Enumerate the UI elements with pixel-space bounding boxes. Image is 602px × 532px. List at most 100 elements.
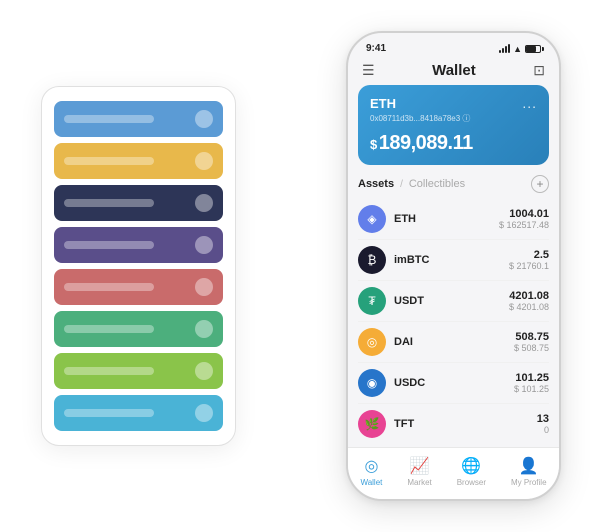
- eth-card-more-icon[interactable]: ...: [522, 95, 537, 111]
- asset-amount-dai: 508.75: [514, 331, 549, 343]
- asset-item[interactable]: ◉ USDC 101.25 $ 101.25: [358, 363, 549, 404]
- asset-usd-tft: 0: [537, 425, 549, 435]
- card-icon: [195, 236, 213, 254]
- stack-card[interactable]: [54, 269, 223, 305]
- asset-amount-usdc: 101.25: [514, 372, 549, 384]
- asset-values-tft: 13 0: [537, 413, 549, 435]
- card-icon: [195, 362, 213, 380]
- asset-item[interactable]: 🌿 TFT 13 0: [358, 404, 549, 444]
- asset-icon-eth: ◈: [358, 205, 386, 233]
- asset-name-tft: TFT: [394, 418, 537, 430]
- add-asset-button[interactable]: +: [531, 175, 549, 193]
- nav-icon-my-profile: 👤: [519, 456, 539, 476]
- asset-item[interactable]: ◈ ETH 1004.01 $ 162517.48: [358, 199, 549, 240]
- card-stack: [41, 86, 236, 446]
- asset-item[interactable]: ₿ imBTC 2.5 $ 21760.1: [358, 240, 549, 281]
- asset-usd-dai: $ 508.75: [514, 343, 549, 353]
- asset-icon-imbtc: ₿: [358, 246, 386, 274]
- status-icons: ▲: [499, 44, 541, 54]
- asset-name-eth: ETH: [394, 213, 499, 225]
- stack-card[interactable]: [54, 227, 223, 263]
- asset-usd-eth: $ 162517.48: [499, 220, 549, 230]
- asset-name-usdt: USDT: [394, 295, 509, 307]
- asset-icon-tft: 🌿: [358, 410, 386, 438]
- eth-card-balance: $189,089.11: [370, 132, 537, 155]
- menu-icon[interactable]: ☰: [362, 62, 375, 79]
- stack-card[interactable]: [54, 143, 223, 179]
- card-icon: [195, 110, 213, 128]
- scan-icon[interactable]: ⊡: [533, 62, 545, 79]
- asset-info-eth: ETH: [394, 213, 499, 225]
- asset-values-imbtc: 2.5 $ 21760.1: [509, 249, 549, 271]
- phone-nav: ◎ Wallet 📈 Market 🌐 Browser 👤 My Profile: [348, 447, 559, 499]
- eth-card-title: ETH: [370, 96, 396, 111]
- nav-item-market[interactable]: 📈 Market: [407, 456, 431, 487]
- card-icon: [195, 320, 213, 338]
- asset-info-imbtc: imBTC: [394, 254, 509, 266]
- asset-item[interactable]: ₮ USDT 4201.08 $ 4201.08: [358, 281, 549, 322]
- page-title: Wallet: [432, 62, 476, 79]
- asset-values-usdc: 101.25 $ 101.25: [514, 372, 549, 394]
- phone-content: ETH ... 0x08711d3b...8418a78e3 ⓘ $189,08…: [348, 85, 559, 447]
- asset-info-dai: DAI: [394, 336, 514, 348]
- phone-header: ☰ Wallet ⊡: [348, 58, 559, 85]
- battery-icon: [525, 45, 541, 53]
- scene: 9:41 ▲ ☰ Wallet ⊡ ETH ...: [21, 16, 581, 516]
- nav-icon-browser: 🌐: [461, 456, 481, 476]
- assets-header: Assets / Collectibles +: [358, 175, 549, 193]
- stack-card[interactable]: [54, 101, 223, 137]
- nav-label-browser: Browser: [457, 478, 486, 487]
- asset-amount-tft: 13: [537, 413, 549, 425]
- wifi-icon: ▲: [513, 44, 522, 54]
- stack-card[interactable]: [54, 311, 223, 347]
- asset-usd-imbtc: $ 21760.1: [509, 261, 549, 271]
- stack-card[interactable]: [54, 395, 223, 431]
- asset-icon-dai: ◎: [358, 328, 386, 356]
- asset-info-usdt: USDT: [394, 295, 509, 307]
- card-icon: [195, 404, 213, 422]
- nav-item-wallet[interactable]: ◎ Wallet: [360, 456, 382, 487]
- eth-card-address: 0x08711d3b...8418a78e3 ⓘ: [370, 113, 537, 124]
- nav-item-my-profile[interactable]: 👤 My Profile: [511, 456, 547, 487]
- card-icon: [195, 278, 213, 296]
- asset-icon-usdt: ₮: [358, 287, 386, 315]
- asset-amount-eth: 1004.01: [499, 208, 549, 220]
- phone-frame: 9:41 ▲ ☰ Wallet ⊡ ETH ...: [346, 31, 561, 501]
- eth-card[interactable]: ETH ... 0x08711d3b...8418a78e3 ⓘ $189,08…: [358, 85, 549, 165]
- asset-list: ◈ ETH 1004.01 $ 162517.48 ₿ imBTC 2.5 $ …: [358, 199, 549, 447]
- asset-values-eth: 1004.01 $ 162517.48: [499, 208, 549, 230]
- card-icon: [195, 194, 213, 212]
- tab-assets[interactable]: Assets: [358, 178, 394, 190]
- eth-card-currency: $: [370, 137, 377, 152]
- asset-values-usdt: 4201.08 $ 4201.08: [509, 290, 549, 312]
- asset-usd-usdc: $ 101.25: [514, 384, 549, 394]
- status-bar: 9:41 ▲: [348, 33, 559, 58]
- asset-name-imbtc: imBTC: [394, 254, 509, 266]
- nav-item-browser[interactable]: 🌐 Browser: [457, 456, 486, 487]
- eth-card-amount: 189,089.11: [379, 132, 473, 154]
- stack-card[interactable]: [54, 353, 223, 389]
- asset-name-usdc: USDC: [394, 377, 514, 389]
- asset-amount-usdt: 4201.08: [509, 290, 549, 302]
- asset-info-usdc: USDC: [394, 377, 514, 389]
- assets-tabs: Assets / Collectibles: [358, 178, 465, 190]
- signal-icon: [499, 44, 510, 53]
- nav-icon-wallet: ◎: [364, 456, 378, 476]
- asset-info-tft: TFT: [394, 418, 537, 430]
- nav-label-wallet: Wallet: [360, 478, 382, 487]
- status-time: 9:41: [366, 43, 386, 54]
- tab-collectibles[interactable]: Collectibles: [409, 178, 465, 190]
- asset-icon-usdc: ◉: [358, 369, 386, 397]
- card-icon: [195, 152, 213, 170]
- nav-icon-market: 📈: [410, 456, 430, 476]
- tab-divider: /: [400, 179, 403, 190]
- stack-card[interactable]: [54, 185, 223, 221]
- asset-amount-imbtc: 2.5: [509, 249, 549, 261]
- nav-label-market: Market: [407, 478, 431, 487]
- asset-item[interactable]: ◎ DAI 508.75 $ 508.75: [358, 322, 549, 363]
- asset-name-dai: DAI: [394, 336, 514, 348]
- eth-card-header: ETH ...: [370, 95, 537, 111]
- asset-usd-usdt: $ 4201.08: [509, 302, 549, 312]
- nav-label-my-profile: My Profile: [511, 478, 547, 487]
- asset-values-dai: 508.75 $ 508.75: [514, 331, 549, 353]
